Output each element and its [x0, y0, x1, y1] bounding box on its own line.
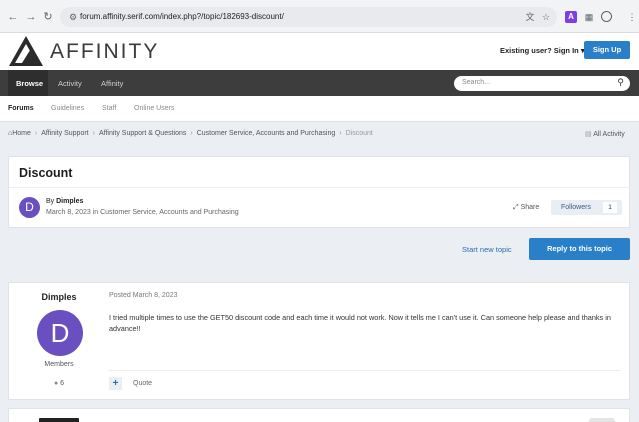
all-activity-label: All Activity	[593, 131, 625, 138]
nav-affinity[interactable]: Affinity	[101, 79, 123, 88]
extensions-puzzle-icon[interactable]: ▦	[583, 11, 595, 23]
sign-up-button[interactable]: Sign Up	[584, 41, 630, 59]
breadcrumb-affinity-support[interactable]: Affinity Support	[41, 130, 88, 137]
search-icon[interactable]: ⚲	[617, 77, 624, 88]
breadcrumb: ⌂Home › Affinity Support › Affinity Support …	[8, 130, 373, 137]
menu-kebab-icon[interactable]: ⋮	[626, 11, 638, 23]
divider	[9, 187, 629, 188]
breadcrumb-support-questions[interactable]: Affinity Support & Questions	[99, 130, 186, 137]
quote-button[interactable]: Quote	[133, 380, 152, 387]
share-icon: ⤢	[513, 204, 519, 211]
sign-in-label: Existing user? Sign In	[500, 46, 579, 55]
by-prefix: By	[46, 198, 55, 205]
post-count-value: 6	[60, 380, 65, 387]
start-new-topic-link[interactable]: Start new topic	[462, 245, 512, 254]
posted-date: Posted March 8, 2023	[109, 292, 178, 299]
followers-count: 1	[603, 202, 617, 213]
topic-header: Discount D By Dimples March 8, 2023 in C…	[8, 156, 630, 228]
site-info-icon[interactable]: ⚙	[67, 11, 79, 23]
profile-icon[interactable]	[601, 11, 612, 22]
bookmark-star-icon[interactable]: ☆	[540, 11, 552, 23]
chevron-right-icon: ›	[92, 130, 95, 137]
chevron-right-icon: ›	[190, 130, 193, 137]
activity-feed-icon: ▤	[585, 131, 592, 138]
post-count[interactable]: ● 6	[9, 380, 109, 387]
brand-wordmark[interactable]: AFFINITY	[50, 40, 159, 64]
post-body: I tried multiple times to use the GET50 …	[109, 313, 611, 333]
followers-button[interactable]: Followers 1	[551, 200, 622, 215]
avatar[interactable]: D	[37, 310, 83, 356]
nav-activity[interactable]: Activity	[58, 79, 82, 88]
reload-icon[interactable]: ↻	[41, 10, 55, 24]
next-post-badge	[589, 418, 615, 422]
followers-label: Followers	[561, 204, 591, 211]
topic-meta: March 8, 2023 in Customer Service, Accou…	[46, 209, 239, 216]
page-title: Discount	[19, 166, 73, 180]
post-author-panel: Dimples D Members ● 6	[9, 283, 109, 399]
divider	[109, 370, 621, 371]
sign-in-link[interactable]: Existing user? Sign In ▾	[500, 46, 585, 55]
multiquote-plus-button[interactable]: +	[109, 377, 122, 390]
breadcrumb-home[interactable]: Home	[12, 130, 31, 137]
next-post	[8, 408, 630, 422]
breadcrumb-customer-service[interactable]: Customer Service, Accounts and Purchasin…	[197, 130, 336, 137]
extension-a-icon[interactable]: A	[565, 11, 577, 23]
share-label: Share	[520, 204, 540, 211]
avatar[interactable]: D	[19, 197, 40, 218]
all-activity-link[interactable]: ▤ All Activity	[585, 130, 625, 138]
site-header: AFFINITY Existing user? Sign In ▾ Sign U…	[0, 33, 639, 70]
subnav-guidelines[interactable]: Guidelines	[51, 105, 84, 112]
address-bar[interactable]: ⚙ forum.affinity.serif.com/index.php?/to…	[60, 7, 557, 27]
sub-nav: Forums Guidelines Staff Online Users	[0, 96, 639, 122]
share-button[interactable]: ⤢ Share	[513, 204, 539, 212]
url-text[interactable]: forum.affinity.serif.com/index.php?/topi…	[80, 12, 284, 21]
chevron-right-icon: ›	[339, 130, 342, 137]
search-placeholder: Search...	[462, 79, 491, 86]
next-post-author-name	[39, 418, 79, 422]
search-input[interactable]: Search... ⚲	[454, 76, 630, 91]
topic-author-link[interactable]: Dimples	[56, 198, 83, 205]
back-icon[interactable]: ←	[6, 10, 20, 24]
post-author-name[interactable]: Dimples	[9, 292, 109, 302]
translate-icon[interactable]: 文	[524, 11, 536, 23]
forward-icon[interactable]: →	[24, 10, 38, 24]
main-nav: Browse Activity Affinity Search... ⚲	[0, 70, 639, 96]
post: Dimples D Members ● 6 Posted March 8, 20…	[8, 282, 630, 400]
nav-browse[interactable]: Browse	[16, 79, 43, 88]
subnav-forums[interactable]: Forums	[8, 105, 34, 112]
subnav-online-users[interactable]: Online Users	[134, 105, 174, 112]
browser-toolbar: ← → ↻ ⚙ forum.affinity.serif.com/index.p…	[0, 0, 639, 33]
topic-byline: By Dimples	[46, 198, 83, 205]
comment-icon: ●	[53, 380, 59, 387]
chevron-right-icon: ›	[34, 130, 38, 137]
affinity-logo-icon[interactable]	[8, 35, 44, 67]
subnav-staff[interactable]: Staff	[102, 105, 116, 112]
member-group: Members	[44, 361, 74, 368]
breadcrumb-current: Discount	[345, 130, 373, 137]
reply-button[interactable]: Reply to this topic	[529, 238, 630, 260]
